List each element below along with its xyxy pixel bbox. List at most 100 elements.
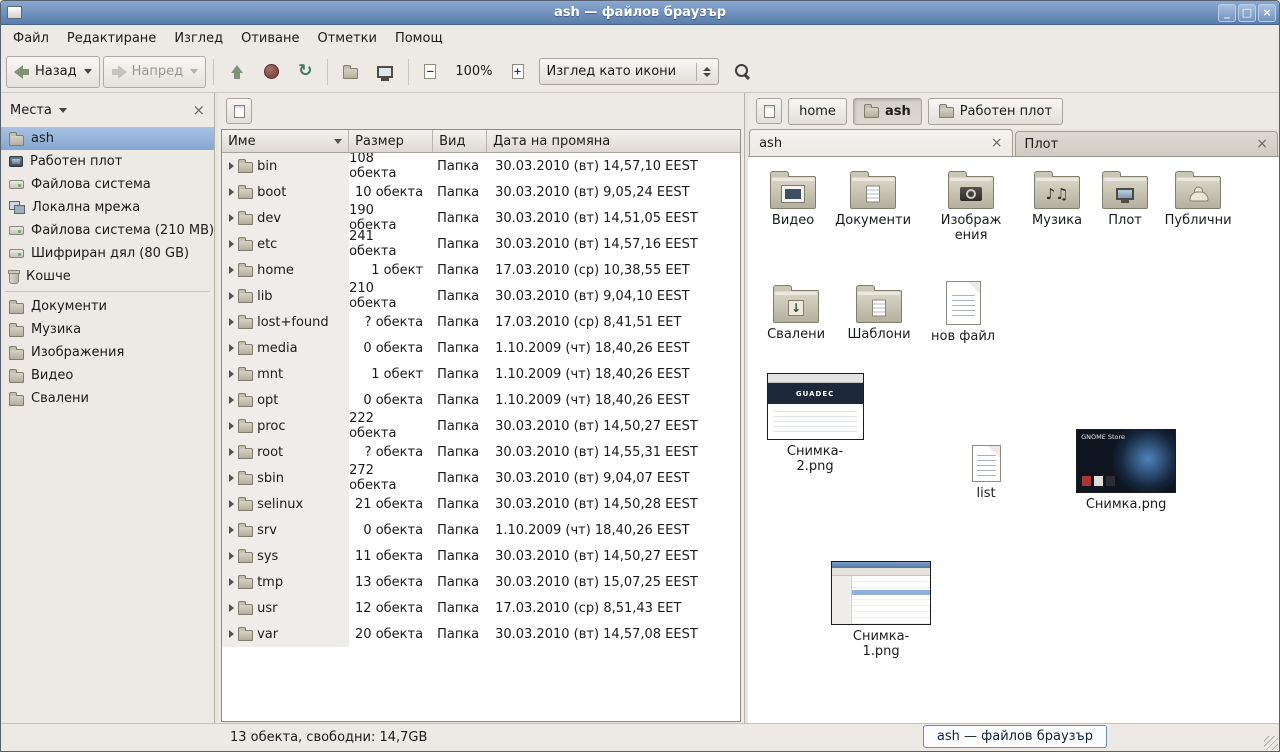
home-button[interactable]: [335, 56, 366, 88]
icon-public-folder[interactable]: Публични: [1153, 169, 1243, 229]
up-button[interactable]: [221, 56, 253, 88]
computer-button[interactable]: [369, 56, 401, 88]
zoom-out-button[interactable]: [416, 56, 444, 88]
view-mode-select[interactable]: Изглед като икони: [539, 58, 719, 85]
table-row-sys[interactable]: sys 11 обекта Папка 30.03.2010 (вт) 14,5…: [222, 543, 740, 569]
breadcrumb-desktop[interactable]: Работен плот: [928, 98, 1063, 125]
icon-snimka-1-png[interactable]: Снимка-1.png: [836, 561, 926, 660]
location-toggle-button[interactable]: [756, 98, 782, 124]
sidebar-item-encrypted-80gb[interactable]: Шифриран дял (80 GB): [1, 242, 214, 265]
taskbar-window-button[interactable]: ash — файлов браузър: [923, 725, 1107, 748]
breadcrumb-home[interactable]: home: [788, 98, 847, 125]
table-row-lost-found[interactable]: lost+found ? обекта Папка 17.03.2010 (ср…: [222, 309, 740, 335]
minimize-button[interactable]: [1218, 4, 1236, 22]
expander-icon[interactable]: [229, 422, 234, 430]
table-row-var[interactable]: var 20 обекта Папка 30.03.2010 (вт) 14,5…: [222, 621, 740, 647]
expander-icon[interactable]: [229, 292, 234, 300]
icon-new-file[interactable]: нов файл: [918, 279, 1008, 345]
resize-grip[interactable]: [1264, 736, 1278, 750]
sidebar-item-filesystem-210mb[interactable]: Файлова система (210 MB): [1, 219, 214, 242]
table-row-selinux[interactable]: selinux 21 обекта Папка 30.03.2010 (вт) …: [222, 491, 740, 517]
close-button[interactable]: [1258, 4, 1276, 22]
expander-icon[interactable]: [229, 344, 234, 352]
icon-documents-folder[interactable]: Документи: [828, 169, 918, 229]
table-row-tmp[interactable]: tmp 13 обекта Папка 30.03.2010 (вт) 15,0…: [222, 569, 740, 595]
expander-icon[interactable]: [229, 526, 234, 534]
table-row-mnt[interactable]: mnt 1 обект Папка 1.10.2009 (чт) 18,40,2…: [222, 361, 740, 387]
zoom-level-button[interactable]: 100%: [447, 56, 500, 88]
table-row-etc[interactable]: etc 241 обекта Папка 30.03.2010 (вт) 14,…: [222, 231, 740, 257]
sidebar-item-trash[interactable]: Кошче: [1, 265, 214, 288]
table-row-lib[interactable]: lib 210 обекта Папка 30.03.2010 (вт) 9,0…: [222, 283, 740, 309]
menu-bookmarks[interactable]: Отметки: [308, 25, 385, 51]
menu-edit[interactable]: Редактиране: [58, 25, 165, 51]
expander-icon[interactable]: [229, 162, 234, 170]
search-button[interactable]: [726, 56, 759, 88]
table-row-media[interactable]: media 0 обекта Папка 1.10.2009 (чт) 18,4…: [222, 335, 740, 361]
table-row-home[interactable]: home 1 обект Папка 17.03.2010 (ср) 10,38…: [222, 257, 740, 283]
table-row-opt[interactable]: opt 0 обекта Папка 1.10.2009 (чт) 18,40,…: [222, 387, 740, 413]
icon-list-file[interactable]: list: [941, 439, 1031, 502]
expander-icon[interactable]: [229, 448, 234, 456]
back-button[interactable]: Назад: [6, 56, 100, 88]
menu-file[interactable]: Файл: [4, 25, 58, 51]
expander-icon[interactable]: [229, 500, 234, 508]
expander-icon[interactable]: [229, 240, 234, 248]
expander-icon[interactable]: [229, 370, 234, 378]
table-row-usr[interactable]: usr 12 обекта Папка 17.03.2010 (ср) 8,51…: [222, 595, 740, 621]
column-header-type[interactable]: Вид: [433, 130, 487, 153]
expander-icon[interactable]: [229, 630, 234, 638]
back-history-dropdown-icon[interactable]: [84, 69, 92, 74]
sidebar-item-music[interactable]: Музика: [1, 318, 214, 341]
table-row-boot[interactable]: boot 10 обекта Папка 30.03.2010 (вт) 9,0…: [222, 179, 740, 205]
forward-button[interactable]: Напред: [103, 56, 206, 88]
expander-icon[interactable]: [229, 552, 234, 560]
expander-icon[interactable]: [229, 474, 234, 482]
sidebar-item-ash[interactable]: ash: [1, 127, 214, 150]
icon-video-folder[interactable]: Видео: [748, 169, 838, 229]
tab-close-icon[interactable]: [1256, 136, 1268, 152]
maximize-button[interactable]: [1238, 4, 1256, 22]
menu-go[interactable]: Отиване: [232, 25, 308, 51]
table-row-proc[interactable]: proc 222 обекта Папка 30.03.2010 (вт) 14…: [222, 413, 740, 439]
menu-view[interactable]: Изглед: [165, 25, 232, 51]
tab-close-icon[interactable]: [991, 135, 1003, 151]
reload-button[interactable]: [290, 56, 320, 88]
column-header-date[interactable]: Дата на промяна: [487, 130, 740, 153]
icon-templates-folder[interactable]: Шаблони: [834, 283, 924, 343]
expander-icon[interactable]: [229, 604, 234, 612]
expander-icon[interactable]: [229, 578, 234, 586]
sidebar-item-downloads[interactable]: Свалени: [1, 387, 214, 410]
icon-snimka-png[interactable]: GNOME Store Снимка.png: [1081, 429, 1171, 513]
sidebar-item-pictures[interactable]: Изображения: [1, 341, 214, 364]
table-row-srv[interactable]: srv 0 обекта Папка 1.10.2009 (чт) 18,40,…: [222, 517, 740, 543]
sidebar-item-filesystem[interactable]: Файлова система: [1, 173, 214, 196]
table-row-sbin[interactable]: sbin 272 обекта Папка 30.03.2010 (вт) 9,…: [222, 465, 740, 491]
places-title[interactable]: Места: [10, 103, 52, 118]
location-toggle-button[interactable]: [226, 98, 252, 124]
expander-icon[interactable]: [229, 396, 234, 404]
expander-icon[interactable]: [229, 318, 234, 326]
icon-snimka-2-png[interactable]: GUADEC Снимка-2.png: [770, 373, 860, 475]
table-row-dev[interactable]: dev 190 обекта Папка 30.03.2010 (вт) 14,…: [222, 205, 740, 231]
icon-pictures-folder[interactable]: Изображения: [926, 169, 1016, 244]
tab-desktop[interactable]: Плот: [1015, 131, 1278, 156]
column-header-name[interactable]: Име: [222, 130, 349, 153]
sidebar-item-network[interactable]: Локална мрежа: [1, 196, 214, 219]
table-row-root[interactable]: root ? обекта Папка 30.03.2010 (вт) 14,5…: [222, 439, 740, 465]
view-mode-stepper-icon[interactable]: [696, 63, 711, 81]
expander-icon[interactable]: [229, 188, 234, 196]
places-dropdown-icon[interactable]: [59, 108, 67, 113]
tab-ash[interactable]: ash: [749, 129, 1012, 156]
zoom-in-button[interactable]: [504, 56, 532, 88]
expander-icon[interactable]: [229, 214, 234, 222]
table-row-bin[interactable]: bin 108 обекта Папка 30.03.2010 (вт) 14,…: [222, 153, 740, 179]
menu-help[interactable]: Помощ: [386, 25, 452, 51]
expander-icon[interactable]: [229, 266, 234, 274]
stop-button[interactable]: [256, 56, 287, 88]
sidebar-item-documents[interactable]: Документи: [1, 295, 214, 318]
sidebar-item-video[interactable]: Видео: [1, 364, 214, 387]
sidebar-item-desktop[interactable]: Работен плот: [1, 150, 214, 173]
breadcrumb-ash[interactable]: ash: [853, 98, 922, 125]
column-header-size[interactable]: Размер: [349, 130, 433, 153]
